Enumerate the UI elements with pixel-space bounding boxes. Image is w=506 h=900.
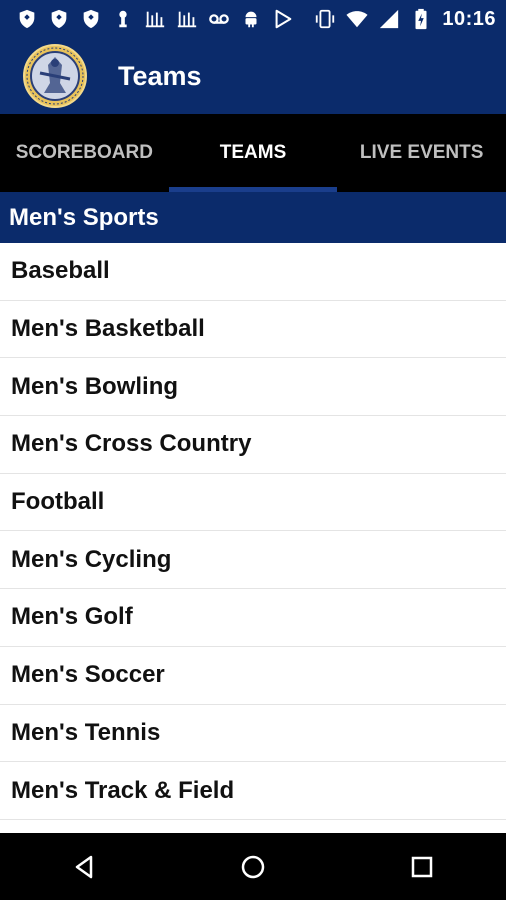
back-button[interactable] [60,843,108,891]
section-title: Men's Sports [9,203,159,231]
list-item[interactable]: Football [0,474,506,532]
tab-scoreboard[interactable]: SCOREBOARD [0,114,169,192]
home-button[interactable] [229,843,277,891]
navigation-bar [0,833,506,900]
chart-icon [176,8,198,30]
tab-label: LIVE EVENTS [359,142,484,163]
tab-live-events[interactable]: LIVE EVENTS [337,114,506,192]
tab-bar: SCOREBOARD TEAMS LIVE EVENTS [0,114,506,192]
notification-icons [0,8,294,30]
wifi-icon [346,8,368,30]
clock: 10:16 [442,7,496,30]
android-icon [240,8,262,30]
tab-label: SCOREBOARD [15,142,153,163]
list-item-label: Baseball [11,257,110,285]
list-item[interactable]: Men's Basketball [0,301,506,359]
list-item[interactable]: Men's Track & Field [0,762,506,820]
battery-icon [410,8,432,30]
shield-icon [80,8,102,30]
list-item[interactable]: Men's Golf [0,589,506,647]
keyhole-icon [112,8,134,30]
list-item-label: Football [11,488,105,516]
list-item[interactable]: Men's Cross Country [0,416,506,474]
back-icon [76,855,93,878]
list-item-label: Men's Cycling [11,545,172,573]
recents-button[interactable] [398,843,446,891]
chart-icon [144,8,166,30]
shield-icon [16,8,38,30]
recents-icon [411,856,432,877]
tab-teams[interactable]: TEAMS [168,114,338,192]
list-item-label: Men's Soccer [11,661,165,689]
section-header: Men's Sports [0,192,506,243]
list-item[interactable]: Men's Soccer [0,647,506,705]
home-icon [241,855,265,878]
shield-icon [48,8,70,30]
list-item-label: Men's Cross Country [11,430,252,458]
list-item-label: Men's Bowling [11,372,179,400]
page-title: Teams [118,60,202,91]
list-item[interactable]: Baseball [0,243,506,301]
school-seal-logo[interactable] [22,43,88,109]
list-item[interactable]: Men's Cycling [0,531,506,590]
system-icons: 10:16 [314,8,506,31]
app-bar: Teams [0,38,506,114]
voicemail-icon [208,8,230,30]
list-item-label: Men's Golf [11,603,133,631]
play-icon [272,8,294,30]
tab-label: TEAMS [219,142,287,163]
list-item-label: Men's Tennis [11,718,161,746]
list-item-label: Men's Basketball [11,315,205,343]
team-list: Baseball Men's Basketball Men's Bowling … [0,243,506,833]
list-item-label: Men's Track & Field [11,776,235,804]
status-bar: 10:16 [0,0,506,38]
vibrate-icon [314,8,336,30]
list-item[interactable]: Men's Bowling [0,358,506,417]
signal-icon [378,8,400,30]
list-item[interactable]: Men's Tennis [0,705,506,763]
